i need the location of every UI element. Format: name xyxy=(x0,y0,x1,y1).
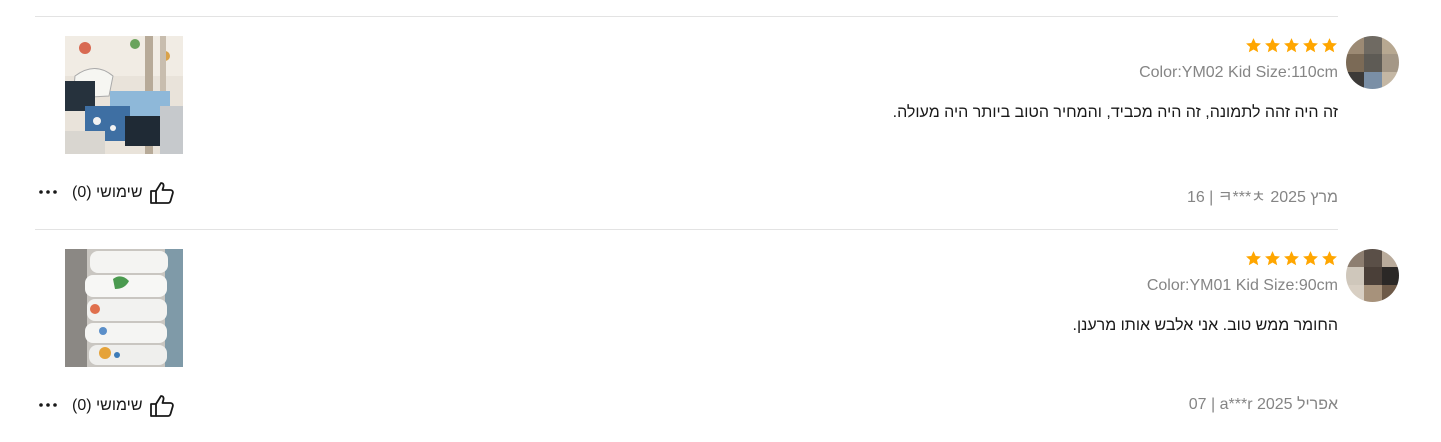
rating-stars xyxy=(1245,250,1338,267)
rating-stars xyxy=(1245,37,1338,54)
helpful-button[interactable]: שימושי (0) xyxy=(72,181,175,205)
star-icon xyxy=(1264,250,1281,267)
star-icon xyxy=(1245,250,1262,267)
reviewer-avatar xyxy=(1346,249,1399,302)
star-icon xyxy=(1321,250,1338,267)
review-text: החומר ממש טוב. אני אלבש אותו מרענן. xyxy=(1072,317,1339,334)
review-photo-clothes-pile[interactable] xyxy=(65,36,183,154)
reviewer-avatar xyxy=(1346,36,1399,89)
review-photo-folded-shirts[interactable] xyxy=(65,249,183,367)
helpful-label: שימושי (0) xyxy=(72,397,143,414)
star-icon xyxy=(1283,37,1300,54)
more-options-icon[interactable] xyxy=(37,394,59,416)
star-icon xyxy=(1302,250,1319,267)
star-icon xyxy=(1245,37,1262,54)
review-item: Color:YM02 Kid Size:110cm זה היה זהה לתמ… xyxy=(0,16,1441,229)
helpful-button[interactable]: שימושי (0) xyxy=(72,394,175,418)
star-icon xyxy=(1264,37,1281,54)
helpful-label: שימושי (0) xyxy=(72,184,143,201)
more-options-icon[interactable] xyxy=(37,181,59,203)
thumbs-up-icon xyxy=(149,394,175,418)
review-meta: 16 | ㅋ***ㅊ מרץ 2025 xyxy=(1186,189,1338,206)
review-sku-info: Color:YM01 Kid Size:90cm xyxy=(1146,277,1338,294)
star-icon xyxy=(1283,250,1300,267)
star-icon xyxy=(1302,37,1319,54)
review-sku-info: Color:YM02 Kid Size:110cm xyxy=(1139,64,1338,81)
review-meta: 07 | a***r אפריל 2025 xyxy=(1188,396,1338,413)
thumbs-up-icon xyxy=(149,181,175,205)
review-text: זה היה זהה לתמונה, זה היה מכביד, והמחיר … xyxy=(892,104,1338,121)
review-item: Color:YM01 Kid Size:90cm החומר ממש טוב. … xyxy=(0,229,1441,442)
star-icon xyxy=(1321,37,1338,54)
